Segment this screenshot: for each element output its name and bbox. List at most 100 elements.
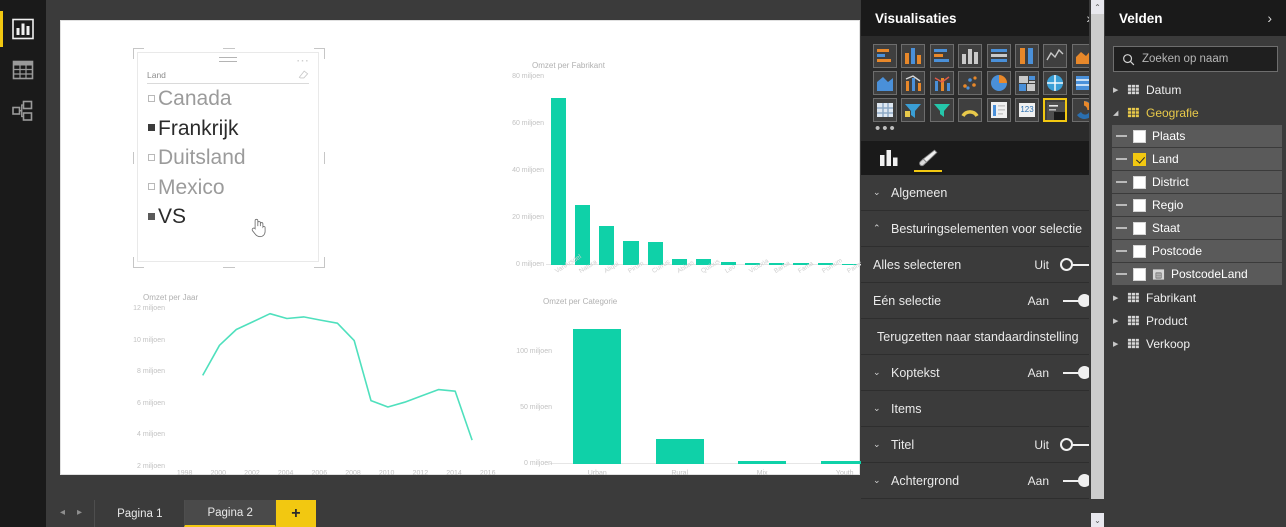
chevron-down-icon[interactable]: ⌄ [873,439,884,450]
checkbox-unchecked-icon[interactable] [1133,267,1146,281]
matrix-icon[interactable] [873,98,897,122]
format-pane-scrollbar[interactable]: ⌃ ⌄ [1089,0,1105,527]
resize-handle-bottom[interactable] [223,267,235,268]
checkbox-unchecked-icon[interactable] [148,183,155,191]
format-options-list[interactable]: ⌄ Algemeen ⌃ Besturingselementen voor selec… [861,175,1105,527]
treemap-icon[interactable] [1014,71,1039,95]
checkbox-unchecked-icon[interactable] [148,94,155,102]
toggle-knob[interactable] [1060,438,1073,451]
format-row-items[interactable]: ⌄ Items [861,391,1105,427]
format-row-terugzetten-naar-standaardinstelling[interactable]: Terugzetten naar standaardinstelling [861,319,1105,355]
100-stacked-column-chart-icon[interactable] [1014,44,1039,68]
page-tab-pagina-2[interactable]: Pagina 2 [184,500,276,527]
checkbox-unchecked-icon[interactable] [1133,129,1146,143]
field-item-district[interactable]: District [1112,171,1282,193]
bar-aliqui[interactable] [599,226,615,265]
scatter-chart-icon[interactable] [958,71,983,95]
100-stacked-bar-chart-icon[interactable] [986,44,1011,68]
field-item-plaats[interactable]: Plaats [1112,125,1282,147]
drag-grip-icon[interactable] [1116,204,1127,206]
format-row-koptekst[interactable]: ⌄ Koptekst Aan [861,355,1105,391]
checkbox-partial-icon[interactable] [148,212,155,220]
chevron-up-icon[interactable]: ⌃ [873,223,884,234]
chevron-down-icon[interactable]: ⌄ [873,187,884,198]
slicer-visual-land[interactable]: ⋯ Land Canada Frankrijk Duitsland Mexico… [133,48,325,268]
resize-handle-bottom-right[interactable] [314,257,325,268]
drag-grip-icon[interactable] [1116,273,1127,275]
drag-grip-icon[interactable] [1116,135,1127,137]
field-item-postcodeland[interactable]: ▤ PostcodeLand [1112,263,1282,285]
fields-table-geografie[interactable]: ◢ Geografie [1105,101,1286,124]
tab-fields[interactable] [879,141,899,175]
caret-collapsed-icon[interactable]: ▶ [1113,317,1121,325]
pie-chart-icon[interactable] [986,71,1011,95]
more-visuals-ellipsis-icon[interactable]: ••• [861,121,1105,141]
checkbox-checked-icon[interactable] [148,124,155,132]
checkbox-unchecked-icon[interactable] [1133,198,1146,212]
fields-table-datum[interactable]: ▶ Datum [1105,78,1286,101]
bar-vanarsdel[interactable] [550,98,566,265]
slicer-icon[interactable] [1043,98,1068,122]
bar-rural[interactable] [655,439,704,464]
field-item-land[interactable]: Land [1112,148,1282,170]
slicer-drag-handle[interactable] [219,57,237,65]
drag-grip-icon[interactable] [1116,250,1127,252]
caret-collapsed-icon[interactable]: ▶ [1113,340,1121,348]
multi-row-card-icon[interactable]: 123 [1014,98,1039,122]
map-icon[interactable] [1043,71,1068,95]
slicer-body[interactable]: ⋯ Land Canada Frankrijk Duitsland Mexico… [137,52,319,262]
caret-expanded-icon[interactable]: ◢ [1113,109,1121,117]
stacked-column-chart-icon[interactable] [901,44,926,68]
stacked-bar-chart-icon[interactable] [873,44,897,68]
report-page-canvas[interactable]: ⋯ Land Canada Frankrijk Duitsland Mexico… [60,20,892,477]
scroll-up-icon[interactable]: ⌃ [1091,0,1104,14]
chart-omzet-per-jaar[interactable]: Omzet per Jaar 2 miljoen 4 miljoen 6 miljo… [121,291,521,491]
scroll-down-icon[interactable]: ⌄ [1091,513,1104,527]
checkbox-unchecked-icon[interactable] [148,153,155,161]
funnel-icon[interactable] [929,98,954,122]
funnel-map-icon[interactable] [901,98,926,122]
resize-handle-left[interactable] [133,152,134,164]
fields-table-product[interactable]: ▶ Product [1105,309,1286,332]
format-row-alles-selecteren[interactable]: Alles selecteren Uit [861,247,1105,283]
checkbox-unchecked-icon[interactable] [1133,244,1146,258]
line-stacked-column-icon[interactable] [901,71,926,95]
toggle-achtergrond[interactable] [1060,474,1091,487]
slicer-item-duitsland[interactable]: Duitsland [148,143,310,173]
resize-handle-top[interactable] [223,48,235,49]
format-row-besturingselementen-voor-selectie[interactable]: ⌃ Besturingselementen voor selectie [861,211,1105,247]
toggle-knob[interactable] [1060,258,1073,271]
caret-collapsed-icon[interactable]: ▶ [1113,86,1121,94]
field-item-postcode[interactable]: Postcode [1112,240,1282,262]
page-prev-arrow-icon[interactable]: ◂ [60,507,65,518]
resize-handle-top-left[interactable] [133,48,144,59]
slicer-item-mexico[interactable]: Mexico [148,173,310,203]
chart-omzet-per-categorie[interactable]: Omzet per Categorie 0 miljoen 50 miljoen 1… [511,291,901,491]
toggle-koptekst[interactable] [1060,366,1091,379]
bar-mix[interactable] [738,461,787,464]
format-row-algemeen[interactable]: ⌄ Algemeen [861,175,1105,211]
format-row-titel[interactable]: ⌄ Titel Uit [861,427,1105,463]
card-icon[interactable] [986,98,1011,122]
line-clustered-column-icon[interactable] [929,71,954,95]
slicer-item-list[interactable]: Canada Frankrijk Duitsland Mexico VS [148,84,310,232]
rail-item-data-view[interactable] [0,49,46,90]
chevron-down-icon[interactable]: ⌄ [873,403,884,414]
page-tab-pagina-1[interactable]: Pagina 1 [94,500,186,527]
bar-urban[interactable] [573,329,622,464]
resize-handle-top-right[interactable] [314,48,325,59]
line-chart-icon[interactable] [1043,44,1068,68]
clustered-column-chart-icon[interactable] [958,44,983,68]
slicer-item-vs[interactable]: VS [148,202,310,232]
tab-format[interactable] [914,141,942,175]
gauge-icon[interactable] [958,98,983,122]
slicer-more-options-icon[interactable]: ⋯ [296,54,310,67]
drag-grip-icon[interactable] [1116,181,1127,183]
toggle-alles-selecteren[interactable] [1060,258,1091,271]
resize-handle-bottom-left[interactable] [133,257,144,268]
slicer-item-frankrijk[interactable]: Frankrijk [148,114,310,144]
checkbox-checked-icon[interactable] [1133,152,1146,166]
field-item-regio[interactable]: Regio [1112,194,1282,216]
drag-grip-icon[interactable] [1116,227,1127,229]
rail-item-report-view[interactable] [0,8,46,49]
